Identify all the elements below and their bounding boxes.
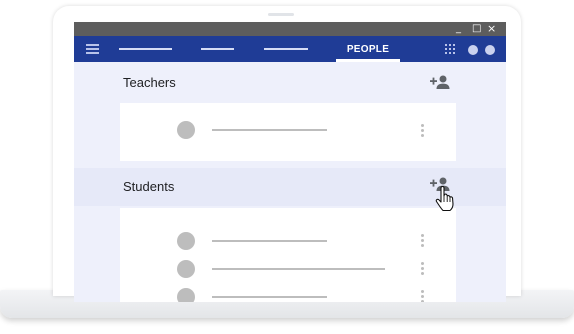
tab-stream[interactable] [119, 48, 172, 50]
app-screen: _ □ × PEOPLE Teachers Students [74, 22, 506, 302]
student-name-placeholder [212, 296, 327, 298]
teacher-name-placeholder [212, 129, 327, 131]
student-avatar [177, 260, 195, 278]
students-heading: Students [123, 179, 175, 194]
teachers-card [120, 103, 456, 161]
laptop-camera [268, 13, 294, 16]
student-name-placeholder [212, 268, 385, 270]
close-button[interactable]: × [487, 22, 496, 36]
avatar-dot[interactable] [468, 45, 478, 55]
tab-other[interactable] [264, 48, 308, 50]
student-avatar [177, 232, 195, 250]
add-teacher-icon[interactable] [430, 75, 450, 89]
window-titlebar: _ □ × [74, 22, 506, 36]
app-bar: PEOPLE [74, 36, 506, 62]
hand-pointer-cursor-icon [435, 186, 454, 212]
tab-classwork[interactable] [201, 48, 234, 50]
students-card [120, 208, 456, 302]
more-vert-icon[interactable] [421, 262, 424, 275]
more-vert-icon[interactable] [421, 124, 424, 137]
account-dot[interactable] [485, 45, 495, 55]
teacher-avatar [177, 121, 195, 139]
minimize-button[interactable]: _ [456, 22, 461, 36]
menu-icon[interactable] [86, 44, 99, 54]
more-vert-icon[interactable] [421, 290, 424, 302]
active-tab-indicator [336, 59, 400, 62]
teachers-heading: Teachers [123, 75, 176, 90]
more-vert-icon[interactable] [421, 234, 424, 247]
apps-grid-icon[interactable] [445, 44, 455, 54]
student-name-placeholder [212, 240, 327, 242]
student-avatar [177, 288, 195, 302]
maximize-button[interactable]: □ [472, 22, 481, 36]
